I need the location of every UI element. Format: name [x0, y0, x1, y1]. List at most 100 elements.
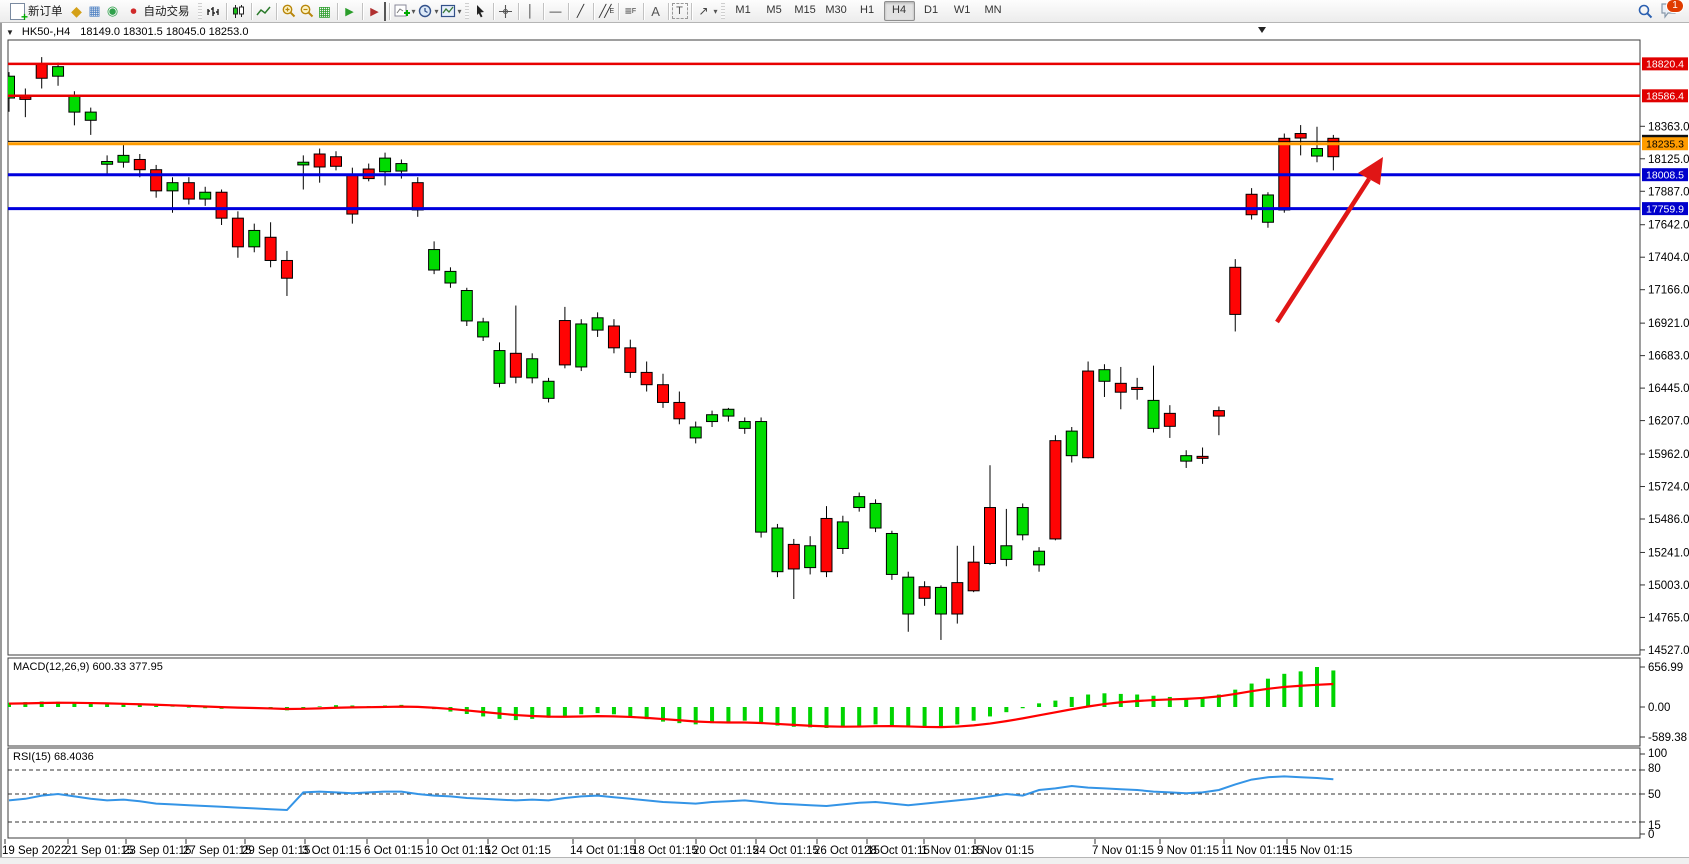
ohlc-values: 18149.0 18301.5 18045.0 18253.0: [80, 26, 248, 38]
horizontal-line-icon[interactable]: —: [547, 2, 565, 21]
arrows-caret[interactable]: ▾: [714, 7, 718, 16]
svg-text:0.00: 0.00: [1648, 702, 1670, 714]
search-icon[interactable]: [1636, 2, 1654, 21]
svg-text:23 Sep 01:15: 23 Sep 01:15: [123, 845, 191, 857]
signals-icon[interactable]: ◉: [104, 2, 122, 21]
separator: [276, 3, 277, 20]
new-order-button[interactable]: 新订单: [5, 2, 68, 21]
svg-text:15962.0: 15962.0: [1648, 449, 1689, 461]
autotrading-icon: ⏺: [127, 2, 141, 21]
separator: [593, 3, 594, 20]
new-order-icon: [10, 3, 25, 20]
svg-text:15486.0: 15486.0: [1648, 514, 1689, 526]
svg-text:24 Oct 01:15: 24 Oct 01:15: [753, 845, 819, 857]
separator: [691, 3, 692, 20]
svg-text:9 Nov 01:15: 9 Nov 01:15: [1157, 845, 1219, 857]
timeframe-mn[interactable]: MN: [979, 1, 1008, 19]
autotrading-button[interactable]: ⏺ 自动交易: [122, 2, 195, 21]
toolbar-grip: [465, 3, 469, 19]
status-bar: [0, 857, 1689, 864]
cursor-icon[interactable]: [472, 2, 490, 21]
svg-text:16683.0: 16683.0: [1648, 351, 1689, 363]
line-chart-icon[interactable]: [255, 2, 273, 21]
separator: [251, 3, 252, 20]
svg-text:0: 0: [1648, 829, 1654, 841]
svg-text:17166.0: 17166.0: [1648, 285, 1689, 297]
separator: [362, 3, 363, 20]
timeframe-m15[interactable]: M15: [791, 1, 820, 19]
text-icon[interactable]: A: [647, 2, 665, 21]
svg-text:18820.4: 18820.4: [1646, 59, 1684, 71]
toolbar-grip: [198, 3, 202, 19]
autotrading-label: 自动交易: [144, 3, 190, 19]
market-watch-icon[interactable]: ▦: [86, 2, 104, 21]
trendline-icon[interactable]: ╱: [572, 2, 590, 21]
separator: [518, 3, 519, 20]
zoom-out-icon[interactable]: [298, 2, 316, 21]
svg-text:18008.5: 18008.5: [1646, 169, 1684, 181]
separator: [618, 3, 619, 20]
templates-icon[interactable]: [439, 2, 457, 21]
deposit-icon[interactable]: ◆: [68, 2, 86, 21]
svg-text:17404.0: 17404.0: [1648, 252, 1689, 264]
timeframe-h1[interactable]: H1: [853, 1, 882, 19]
timeframe-h4[interactable]: H4: [884, 1, 915, 21]
bar-chart-icon[interactable]: [205, 2, 223, 21]
svg-text:28 Oct 01:15: 28 Oct 01:15: [864, 845, 930, 857]
vertical-line-icon[interactable]: │: [522, 2, 540, 21]
periods-icon[interactable]: [416, 2, 434, 21]
top-toolbar: 新订单 ◆ ▦ ◉ ⏺ 自动交易 ▦ ▶ ▶ ▾ ▾ ▾: [0, 0, 1689, 23]
svg-text:20 Oct 01:15: 20 Oct 01:15: [693, 845, 759, 857]
timeframe-w1[interactable]: W1: [948, 1, 977, 19]
new-order-label: 新订单: [28, 3, 63, 19]
svg-text:16445.0: 16445.0: [1648, 383, 1689, 395]
svg-text:-589.38: -589.38: [1648, 732, 1687, 744]
auto-scroll-icon[interactable]: ▶: [341, 2, 359, 21]
chat-button[interactable]: 1: [1660, 1, 1680, 21]
chart-title-bar: ▼ HK50-,H4 18149.0 18301.5 18045.0 18253…: [6, 25, 248, 39]
channel-icon[interactable]: ╱╱E: [597, 2, 615, 21]
candlestick-icon[interactable]: [230, 2, 248, 21]
svg-text:15724.0: 15724.0: [1648, 482, 1689, 494]
svg-text:14527.0: 14527.0: [1648, 645, 1689, 657]
macd-indicator-label: MACD(12,26,9) 600.33 377.95: [13, 661, 163, 673]
separator: [389, 3, 390, 20]
chart-canvas[interactable]: 18363.018125.017887.017642.017404.017166…: [0, 0, 1689, 864]
svg-text:18586.4: 18586.4: [1646, 91, 1684, 103]
fibonacci-icon[interactable]: ≡F: [622, 2, 640, 21]
timeframe-m5[interactable]: M5: [760, 1, 789, 19]
chart-shift-icon[interactable]: ▶: [366, 2, 386, 21]
svg-text:18363.0: 18363.0: [1648, 121, 1689, 133]
indicators-icon[interactable]: [393, 2, 411, 21]
symbol-period-label: HK50-,H4: [22, 26, 70, 38]
rsi-indicator-label: RSI(15) 68.4036: [13, 751, 94, 763]
separator: [226, 3, 227, 20]
label-icon[interactable]: T: [672, 3, 688, 19]
zoom-in-icon[interactable]: [280, 2, 298, 21]
svg-text:3 Nov 01:15: 3 Nov 01:15: [972, 845, 1034, 857]
timeframe-d1[interactable]: D1: [917, 1, 946, 19]
svg-text:14765.0: 14765.0: [1648, 612, 1689, 624]
timeframe-m1[interactable]: M1: [729, 1, 758, 19]
svg-text:14 Oct 01:15: 14 Oct 01:15: [570, 845, 636, 857]
svg-text:17642.0: 17642.0: [1648, 220, 1689, 232]
collapse-icon[interactable]: ▼: [6, 28, 14, 37]
separator: [337, 3, 338, 20]
tile-windows-icon[interactable]: ▦: [316, 2, 334, 21]
svg-text:11 Nov 01:15: 11 Nov 01:15: [1221, 845, 1289, 857]
timeframe-m30[interactable]: M30: [822, 1, 851, 19]
templates-caret[interactable]: ▾: [458, 7, 462, 16]
arrows-icon[interactable]: ↗: [695, 2, 713, 21]
svg-text:3 Oct 01:15: 3 Oct 01:15: [302, 845, 361, 857]
svg-text:10 Oct 01:15: 10 Oct 01:15: [425, 845, 491, 857]
separator: [493, 3, 494, 20]
svg-text:6 Oct 01:15: 6 Oct 01:15: [364, 845, 423, 857]
separator: [643, 3, 644, 20]
svg-text:100: 100: [1648, 748, 1667, 760]
crosshair-icon[interactable]: [497, 2, 515, 21]
separator: [543, 3, 544, 20]
svg-text:15003.0: 15003.0: [1648, 580, 1689, 592]
chat-unread-badge: 1: [1666, 0, 1684, 13]
svg-text:29 Sep 01:15: 29 Sep 01:15: [242, 845, 310, 857]
separator: [568, 3, 569, 20]
